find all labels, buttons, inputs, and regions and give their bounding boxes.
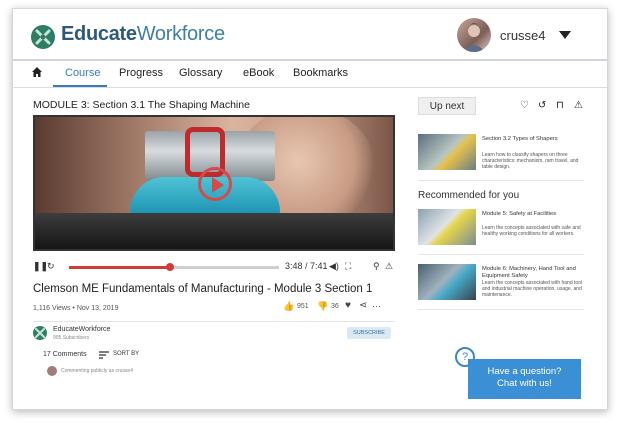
card-description: Learn the concepts associated with safe … [482, 225, 581, 238]
replay-icon[interactable]: ↻ [47, 261, 55, 272]
username[interactable]: crusse4 [500, 28, 546, 43]
card-title[interactable]: Module 5: Safety at Facilities [482, 211, 586, 218]
channel-subscribers: 905 Subscribers [53, 335, 90, 341]
progress-bar-handle[interactable] [165, 263, 174, 271]
video-frame-bed [35, 213, 393, 249]
card-title[interactable]: Module 6: Machinery, Hand Tool and Equip… [482, 266, 586, 280]
divider [418, 254, 584, 255]
card-description: Learn the concepts associated with hand … [482, 280, 583, 299]
thumbs-up-icon[interactable]: 👍 [283, 301, 294, 312]
video-meta: 1,116 Views • Nov 13, 2019 [33, 305, 119, 312]
fullscreen-icon[interactable]: ⛶ [345, 261, 351, 272]
course-nav: Course Progress Glossary eBook Bookmarks [13, 61, 607, 88]
video-title: Clemson ME Fundamentals of Manufacturing… [33, 283, 373, 295]
share-icon[interactable]: ⋖ [359, 300, 367, 311]
user-avatar[interactable] [457, 18, 491, 52]
sort-by-button[interactable]: SORT BY [113, 351, 139, 357]
tab-bookmarks[interactable]: Bookmarks [293, 67, 348, 79]
header: EducateWorkforce crusse4 [13, 9, 607, 61]
brand-name-rest: Workforce [136, 23, 225, 45]
heart-icon[interactable]: ♥ [345, 300, 351, 311]
tab-glossary[interactable]: Glossary [179, 67, 222, 79]
warning-icon[interactable]: ⚠ [385, 261, 393, 272]
video-player[interactable] [33, 115, 395, 251]
card-description: Learn how to classify shapers on three c… [482, 152, 579, 171]
progress-bar[interactable] [69, 263, 279, 271]
chat-line-2: Chat with us! [497, 378, 552, 389]
comment-input[interactable]: Commenting publicly as crusse4 [61, 368, 133, 374]
channel-avatar[interactable] [33, 326, 47, 340]
time-display: 3:48 / 7:41 [285, 261, 328, 271]
reactions-bar: 👍 951 👎 36 ♥ ⋖ ⋯ [283, 300, 403, 315]
subscribe-button[interactable]: SUBSCRIBE [347, 327, 391, 339]
pause-icon[interactable]: ❚❚ [33, 261, 48, 272]
card-title[interactable]: Section 3.2 Types of Shapers [482, 136, 586, 143]
thumbs-down-icon[interactable]: 👎 [317, 301, 328, 312]
divider [418, 180, 584, 181]
volume-icon[interactable]: ◀) [329, 261, 339, 272]
like-icon[interactable]: ↺ [538, 100, 546, 111]
video-controls: ❚❚ ↻ 3:48 / 7:41 ◀) ⛶ ⚲ ⚠ [33, 261, 395, 275]
thumbnail[interactable] [418, 264, 476, 300]
up-next-label: Up next [418, 97, 476, 115]
channel-name[interactable]: EducateWorkforce [53, 326, 110, 333]
comments-count: 17 Comments [43, 351, 87, 358]
active-tab-indicator [53, 85, 107, 87]
flag-icon[interactable]: ⚠ [574, 100, 583, 111]
module-title: MODULE 3: Section 3.1 The Shaping Machin… [33, 99, 250, 111]
play-button[interactable] [198, 167, 232, 201]
tab-progress[interactable]: Progress [119, 67, 163, 79]
bookmark-icon[interactable]: ⊓ [556, 100, 564, 111]
thumbnail[interactable] [418, 209, 476, 245]
home-icon[interactable] [31, 66, 43, 78]
dislike-count: 36 [331, 303, 339, 310]
chevron-down-icon[interactable] [559, 31, 571, 39]
divider [418, 309, 584, 310]
app-window: EducateWorkforce crusse4 Course Progress… [12, 8, 608, 410]
recommended-heading: Recommended for you [418, 190, 520, 201]
logo-icon[interactable] [31, 25, 55, 49]
like-count: 951 [297, 303, 309, 310]
chat-line-1: Have a question? [487, 366, 562, 377]
tab-ebook[interactable]: eBook [243, 67, 274, 79]
progress-bar-fill [69, 266, 170, 269]
divider [33, 321, 395, 322]
sidebar-actions: ♡ ↺ ⊓ ⚠ [520, 100, 592, 112]
commenter-avatar [47, 366, 57, 376]
chat-button[interactable]: Have a question? Chat with us! [468, 359, 581, 399]
location-pin-icon[interactable]: ⚲ [373, 261, 380, 272]
more-icon[interactable]: ⋯ [372, 301, 381, 312]
heart-outline-icon[interactable]: ♡ [520, 100, 529, 111]
sort-icon[interactable] [99, 351, 109, 359]
tab-course[interactable]: Course [65, 67, 100, 79]
brand-name[interactable]: EducateWorkforce [61, 23, 225, 46]
thumbnail[interactable] [418, 134, 476, 170]
brand-name-bold: Educate [61, 23, 137, 45]
